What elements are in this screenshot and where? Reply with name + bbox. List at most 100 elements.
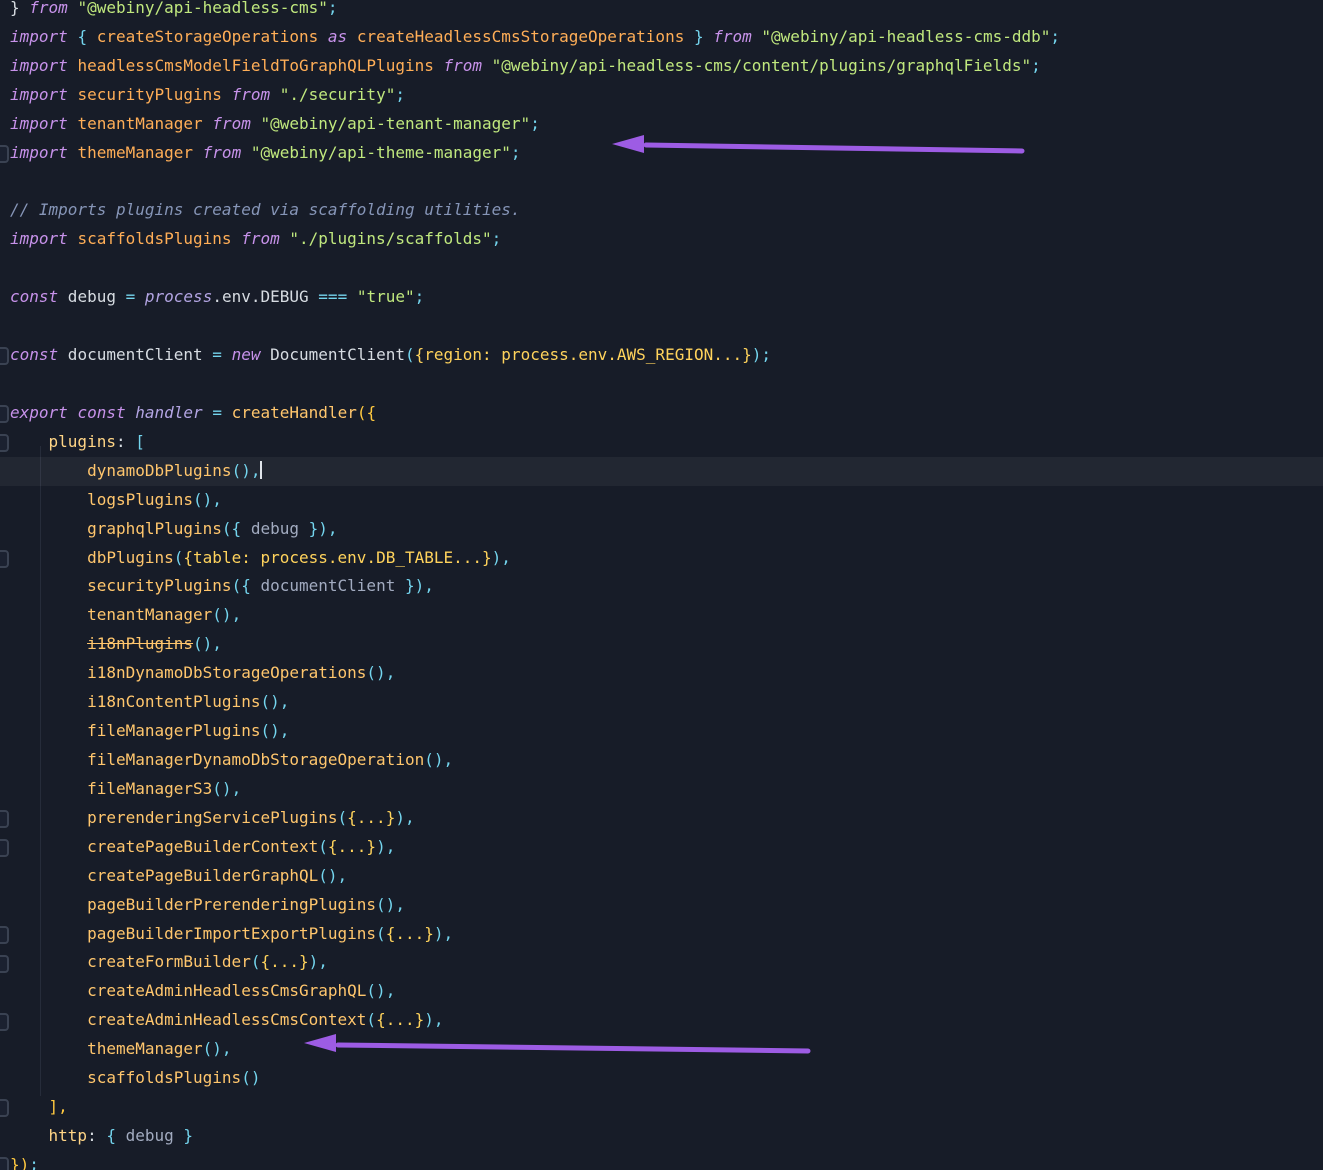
code-token bbox=[68, 114, 78, 133]
code-token: { bbox=[106, 1126, 116, 1145]
fold-toggle[interactable] bbox=[0, 347, 9, 365]
code-line[interactable]: securityPlugins({ documentClient }), bbox=[0, 572, 1323, 601]
code-line[interactable]: i18nContentPlugins(), bbox=[0, 688, 1323, 717]
code-line[interactable]: import headlessCmsModelFieldToGraphQLPlu… bbox=[0, 52, 1323, 81]
code-line[interactable]: import tenantManager from "@webiny/api-t… bbox=[0, 110, 1323, 139]
code-token bbox=[126, 403, 136, 422]
code-line[interactable]: }); bbox=[0, 1151, 1323, 1170]
code-line[interactable]: createAdminHeadlessCmsGraphQL(), bbox=[0, 977, 1323, 1006]
fold-toggle[interactable] bbox=[0, 955, 9, 973]
code-line[interactable]: createPageBuilderContext({...}), bbox=[0, 833, 1323, 862]
code-token: const bbox=[10, 345, 58, 364]
code-line[interactable]: createPageBuilderGraphQL(), bbox=[0, 862, 1323, 891]
code-line[interactable] bbox=[0, 312, 1323, 341]
fold-toggle[interactable] bbox=[0, 1099, 9, 1117]
fold-toggle[interactable] bbox=[0, 810, 9, 828]
code-token: (), bbox=[366, 663, 395, 682]
code-line[interactable]: import securityPlugins from "./security"… bbox=[0, 81, 1323, 110]
code-line[interactable]: graphqlPlugins({ debug }), bbox=[0, 515, 1323, 544]
code-line[interactable]: i18nDynamoDbStorageOperations(), bbox=[0, 659, 1323, 688]
code-token: ), bbox=[395, 808, 414, 827]
code-token bbox=[10, 1068, 87, 1087]
code-line[interactable] bbox=[0, 168, 1323, 197]
code-line[interactable]: createFormBuilder({...}), bbox=[0, 948, 1323, 977]
code-token bbox=[10, 721, 87, 740]
code-line[interactable]: tenantManager(), bbox=[0, 601, 1323, 630]
code-line[interactable]: ], bbox=[0, 1093, 1323, 1122]
code-line[interactable]: plugins: [ bbox=[0, 428, 1323, 457]
code-token bbox=[10, 490, 87, 509]
code-line[interactable]: } from "@webiny/api-headless-cms"; bbox=[0, 0, 1323, 23]
code-token bbox=[347, 287, 357, 306]
code-line[interactable]: themeManager(), bbox=[0, 1035, 1323, 1064]
code-token: ; bbox=[29, 1155, 39, 1170]
code-line[interactable]: logsPlugins(), bbox=[0, 486, 1323, 515]
code-line[interactable]: pageBuilderPrerenderingPlugins(), bbox=[0, 891, 1323, 920]
code-token: import bbox=[10, 27, 68, 46]
code-line[interactable]: // Imports plugins created via scaffoldi… bbox=[0, 196, 1323, 225]
code-token: ), bbox=[309, 952, 328, 971]
code-token: = bbox=[212, 403, 222, 422]
code-line[interactable]: i18nPlugins(), bbox=[0, 630, 1323, 659]
fold-toggle[interactable] bbox=[0, 550, 9, 568]
fold-toggle[interactable] bbox=[0, 926, 9, 944]
code-token: (), bbox=[232, 461, 261, 480]
code-token bbox=[10, 1097, 49, 1116]
code-token bbox=[10, 924, 87, 943]
code-token: const bbox=[10, 287, 58, 306]
editor-root: } from "@webiny/api-headless-cms";import… bbox=[0, 0, 1323, 1170]
code-token: ; bbox=[1050, 27, 1060, 46]
code-token: pageBuilderImportExportPlugins bbox=[87, 924, 376, 943]
code-line[interactable]: fileManagerS3(), bbox=[0, 775, 1323, 804]
fold-toggle[interactable] bbox=[0, 839, 9, 857]
code-token: .env.DEBUG bbox=[212, 287, 318, 306]
code-token: createPageBuilderContext bbox=[87, 837, 318, 856]
code-token: logsPlugins bbox=[87, 490, 193, 509]
code-token: (), bbox=[212, 605, 241, 624]
code-line[interactable]: fileManagerDynamoDbStorageOperation(), bbox=[0, 746, 1323, 775]
code-line[interactable] bbox=[0, 254, 1323, 283]
fold-toggle[interactable] bbox=[0, 405, 9, 423]
code-token: "@webiny/api-headless-cms/content/plugin… bbox=[492, 56, 1031, 75]
code-line[interactable]: pageBuilderImportExportPlugins({...}), bbox=[0, 920, 1323, 949]
code-line[interactable]: import themeManager from "@webiny/api-th… bbox=[0, 139, 1323, 168]
code-token: new bbox=[222, 345, 270, 364]
code-token bbox=[68, 143, 78, 162]
code-token: : bbox=[87, 1126, 106, 1145]
code-line[interactable]: import { createStorageOperations as crea… bbox=[0, 23, 1323, 52]
fold-toggle[interactable] bbox=[0, 145, 9, 163]
code-line[interactable]: dbPlugins({table: process.env.DB_TABLE..… bbox=[0, 544, 1323, 573]
code-token: ( bbox=[376, 924, 386, 943]
code-token bbox=[203, 403, 213, 422]
code-line[interactable]: dynamoDbPlugins(), bbox=[0, 457, 1323, 486]
code-line[interactable]: scaffoldsPlugins() bbox=[0, 1064, 1323, 1093]
code-token: createFormBuilder bbox=[87, 952, 251, 971]
code-editor[interactable]: } from "@webiny/api-headless-cms";import… bbox=[0, 0, 1323, 1170]
code-line[interactable]: export const handler = createHandler({ bbox=[0, 399, 1323, 428]
code-token: createAdminHeadlessCmsContext bbox=[87, 1010, 366, 1029]
code-token bbox=[10, 1010, 87, 1029]
code-line[interactable]: const debug = process.env.DEBUG === "tru… bbox=[0, 283, 1323, 312]
fold-toggle[interactable] bbox=[0, 1157, 9, 1170]
code-token: ( bbox=[174, 548, 184, 567]
code-token: debug bbox=[58, 287, 125, 306]
code-token: themeManager bbox=[77, 143, 193, 162]
code-token bbox=[10, 1039, 87, 1058]
fold-toggle[interactable] bbox=[0, 434, 9, 452]
code-token bbox=[68, 229, 78, 248]
code-line[interactable]: import scaffoldsPlugins from "./plugins/… bbox=[0, 225, 1323, 254]
code-token: () bbox=[241, 1068, 260, 1087]
code-token: ; bbox=[530, 114, 540, 133]
code-token bbox=[68, 85, 78, 104]
code-token: {table: process.env.DB_TABLE...} bbox=[183, 548, 491, 567]
code-token: i18nDynamoDbStorageOperations bbox=[87, 663, 366, 682]
code-line[interactable]: prerenderingServicePlugins({...}), bbox=[0, 804, 1323, 833]
fold-toggle[interactable] bbox=[0, 1013, 9, 1031]
code-line[interactable]: const documentClient = new DocumentClien… bbox=[0, 341, 1323, 370]
code-line[interactable]: http: { debug } bbox=[0, 1122, 1323, 1151]
code-token: createPageBuilderGraphQL bbox=[87, 866, 318, 885]
code-line[interactable]: fileManagerPlugins(), bbox=[0, 717, 1323, 746]
code-line[interactable] bbox=[0, 370, 1323, 399]
code-line[interactable]: createAdminHeadlessCmsContext({...}), bbox=[0, 1006, 1323, 1035]
code-token bbox=[10, 663, 87, 682]
